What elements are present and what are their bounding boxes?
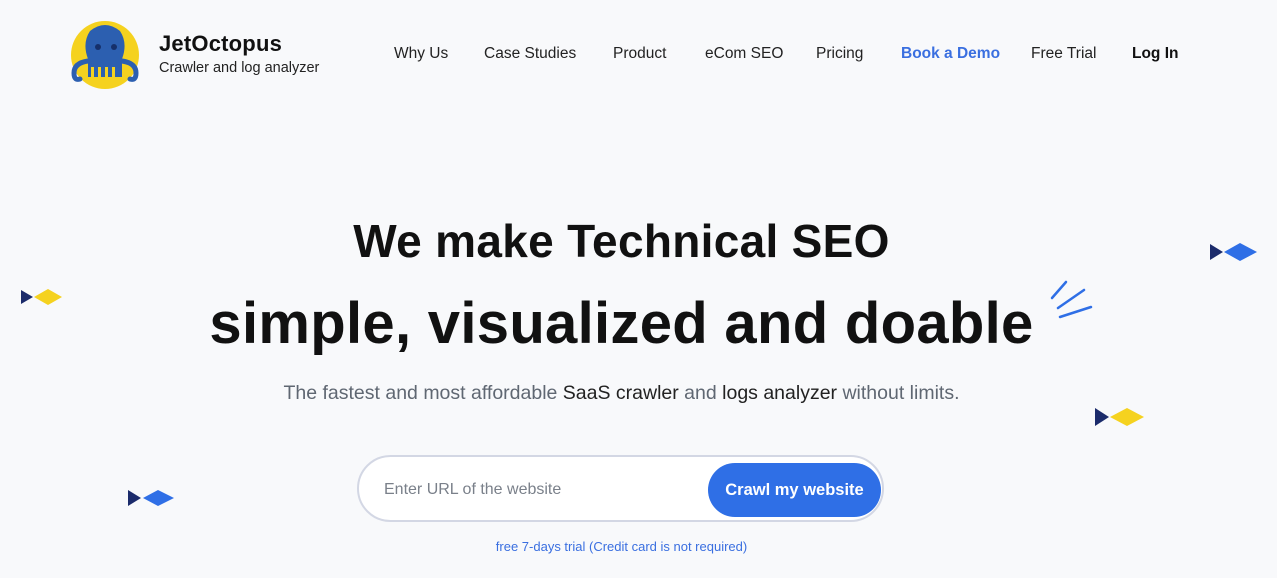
brand-tagline: Crawler and log analyzer bbox=[159, 60, 320, 76]
nav-free-trial[interactable]: Free Trial bbox=[1031, 45, 1096, 63]
hero-subtitle: The fastest and most affordable SaaS cra… bbox=[0, 382, 1243, 405]
nav-book-a-demo[interactable]: Book a Demo bbox=[901, 45, 1000, 63]
crawl-my-website-button[interactable]: Crawl my website bbox=[708, 463, 881, 517]
hero-headline-line1: We make Technical SEO bbox=[353, 215, 890, 267]
nav-ecom-seo[interactable]: eCom SEO bbox=[705, 45, 783, 63]
fish-decoration-icon bbox=[1095, 408, 1144, 426]
subtitle-text: and bbox=[678, 382, 723, 404]
crawl-form: Crawl my website bbox=[357, 455, 884, 522]
subtitle-highlight-logs-analyzer: logs analyzer bbox=[722, 382, 838, 404]
subtitle-text: The fastest and most affordable bbox=[283, 382, 563, 404]
site-header: JetOctopus Crawler and log analyzer Why … bbox=[0, 0, 1277, 110]
nav-why-us[interactable]: Why Us bbox=[394, 45, 448, 63]
subtitle-text: without limits. bbox=[837, 382, 960, 404]
nav-log-in[interactable]: Log In bbox=[1132, 45, 1179, 63]
free-trial-note: free 7-days trial (Credit card is not re… bbox=[495, 539, 748, 554]
nav-case-studies[interactable]: Case Studies bbox=[484, 45, 576, 63]
brand-name[interactable]: JetOctopus bbox=[159, 31, 282, 57]
hero-headline-line2: simple, visualized and doable bbox=[209, 291, 1034, 356]
subtitle-highlight-saas-crawler: SaaS crawler bbox=[562, 382, 679, 404]
nav-pricing[interactable]: Pricing bbox=[816, 45, 863, 63]
octopus-logo-icon[interactable] bbox=[68, 21, 142, 89]
nav-product[interactable]: Product bbox=[613, 45, 666, 63]
url-input[interactable] bbox=[384, 477, 684, 503]
fish-decoration-icon bbox=[128, 490, 174, 506]
